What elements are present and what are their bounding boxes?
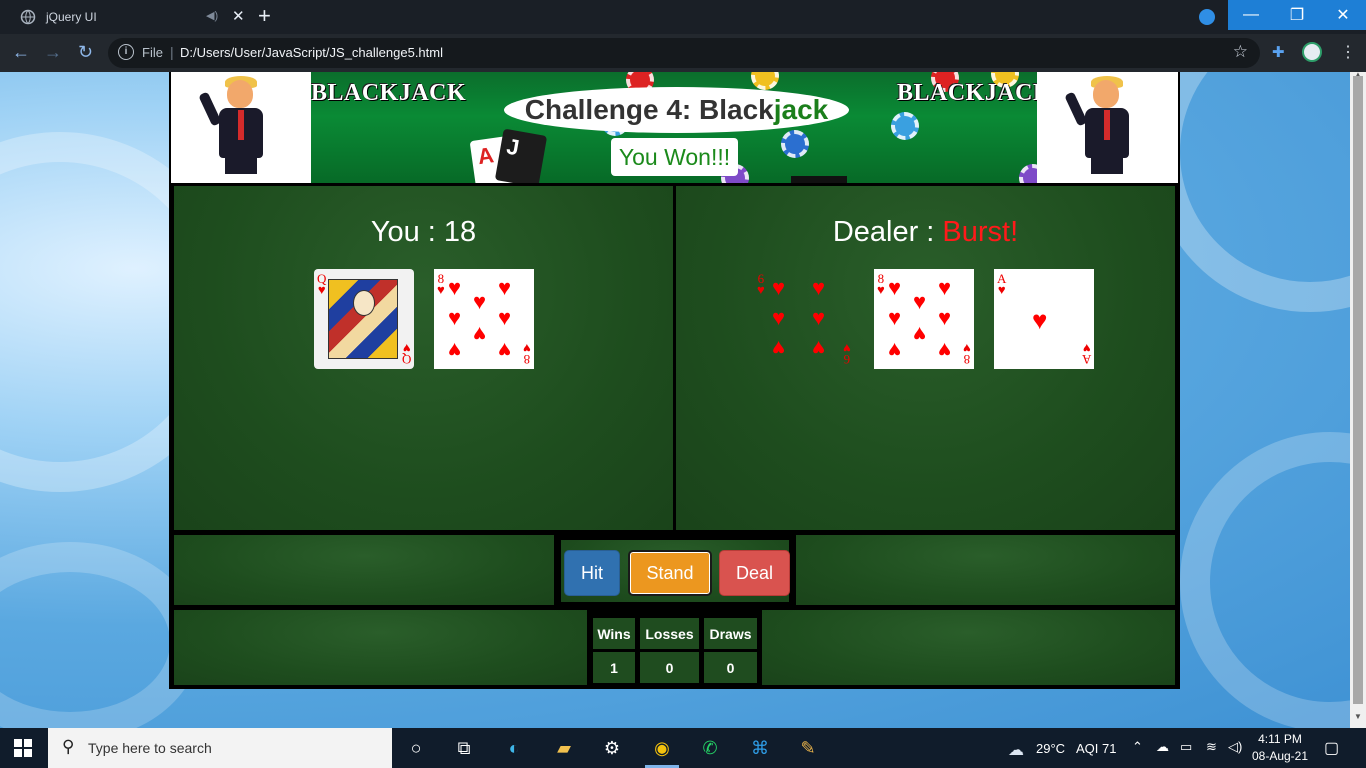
- window-maximize-button[interactable]: ❐: [1274, 0, 1320, 30]
- dealer-card-six-hearts: 6 ♥ 6 ♥ ♥ ♥ ♥ ♥ ♥ ♥: [757, 271, 851, 367]
- globe-icon: [20, 9, 36, 25]
- page-scrollbar[interactable]: ▲ ▼: [1350, 70, 1366, 728]
- edge-icon[interactable]: ◐: [502, 736, 526, 760]
- hit-button[interactable]: Hit: [564, 550, 620, 596]
- air-quality-index[interactable]: AQI 71: [1076, 741, 1116, 756]
- chip-icon: [891, 112, 919, 140]
- dealer-score: Burst!: [942, 216, 1019, 248]
- dancing-figure-left: [171, 72, 311, 183]
- stats-value-draws: 0: [704, 652, 757, 683]
- browser-toolbar: ← → ↻ i File | D:/Users/User/JavaScript/…: [0, 34, 1366, 72]
- onedrive-icon[interactable]: ☁: [1156, 739, 1169, 755]
- cortana-icon[interactable]: ○: [404, 736, 428, 760]
- stats-value-losses: 0: [640, 652, 699, 683]
- banner-divider: [791, 176, 847, 183]
- vscode-icon[interactable]: ⌘: [748, 736, 772, 760]
- battery-icon[interactable]: ▭: [1180, 739, 1192, 755]
- weather-cloud-icon[interactable]: ☁: [1008, 740, 1024, 760]
- player-score: 18: [443, 216, 477, 248]
- arrow-right-icon[interactable]: →: [44, 42, 62, 63]
- file-explorer-icon[interactable]: ▰: [552, 736, 576, 760]
- window-close-button[interactable]: ✕: [1320, 0, 1366, 30]
- address-url[interactable]: D:/Users/User/JavaScript/JS_challenge5.h…: [180, 45, 443, 60]
- paint-icon[interactable]: ✎: [796, 736, 820, 760]
- scrollbar-thumb[interactable]: [1353, 76, 1363, 704]
- dancing-figure-right: [1037, 72, 1177, 183]
- address-separator: |: [170, 44, 174, 60]
- dealer-card-eight-hearts: 8 ♥ 8 ♥ ♥ ♥ ♥ ♥ ♥ ♥ ♥ ♥: [874, 269, 974, 369]
- stats-header-draws: Draws: [704, 618, 757, 649]
- tab-close-icon[interactable]: ✕: [232, 7, 245, 25]
- dealer-card-ace-hearts: A ♥ A ♥ ♥: [994, 269, 1094, 369]
- blackjack-game: A J A J BLACKJACK BLACKJACK: [169, 72, 1180, 689]
- browser-tab[interactable]: jQuery UI ◀) ✕: [8, 0, 248, 34]
- notifications-icon[interactable]: ▢: [1324, 738, 1339, 758]
- button-panel: Hit Stand Deal: [558, 537, 792, 605]
- player-box: You : 18 Q ♥ Q ♥ 8 ♥ 8 ♥ ♥ ♥ ♥ ♥ ♥ ♥ ♥ ♥: [174, 186, 673, 530]
- stats-table: Wins Losses Draws 1 0 0: [590, 612, 760, 685]
- stats-row-right-panel: [762, 610, 1175, 685]
- task-view-icon[interactable]: ⧉: [452, 736, 476, 760]
- scroll-down-icon[interactable]: ▼: [1354, 712, 1362, 721]
- tab-title: jQuery UI: [46, 10, 97, 24]
- arrow-left-icon[interactable]: ←: [12, 42, 30, 63]
- puzzle-icon[interactable]: ✚: [1272, 43, 1285, 61]
- button-row-left-panel: [174, 535, 554, 605]
- address-bar[interactable]: i File | D:/Users/User/JavaScript/JS_cha…: [108, 38, 1260, 68]
- button-row-right-panel: [796, 535, 1175, 605]
- window-minimize-button[interactable]: —: [1228, 0, 1274, 30]
- taskbar-search-placeholder: Type here to search: [88, 740, 212, 756]
- result-message: You Won!!!: [611, 138, 738, 176]
- page-title: Challenge 4: Black jack: [504, 87, 849, 133]
- background-swirl: [1180, 432, 1350, 728]
- info-icon[interactable]: i: [118, 44, 134, 60]
- avatar[interactable]: [1302, 42, 1322, 62]
- taskbar-search-box[interactable]: ⚲ Type here to search: [48, 728, 392, 768]
- browser-tab-bar: jQuery UI ◀) ✕ + — ❐ ✕: [0, 0, 1366, 34]
- deal-button[interactable]: Deal: [719, 550, 790, 596]
- banner-card-jack: J: [494, 128, 548, 183]
- title-accent: jack: [773, 94, 829, 125]
- stats-row-left-panel: [174, 610, 587, 685]
- windows-taskbar: ⚲ Type here to search ○ ⧉ ◐ ▰ ⚙ ◉ ✆ ⌘ ✎ …: [0, 728, 1366, 768]
- chip-icon: [781, 130, 809, 158]
- profile-indicator-icon[interactable]: [1199, 9, 1215, 25]
- chrome-icon[interactable]: ◉: [650, 736, 674, 760]
- player-score-heading: You : 18: [174, 216, 673, 249]
- settings-gear-icon[interactable]: ⚙: [600, 736, 624, 760]
- search-icon: ⚲: [62, 737, 75, 756]
- chevron-up-icon[interactable]: ⌃: [1132, 739, 1143, 755]
- player-label: You :: [370, 216, 444, 248]
- reload-icon[interactable]: ↻: [78, 42, 93, 63]
- whatsapp-icon[interactable]: ✆: [698, 736, 722, 760]
- address-scheme: File: [142, 45, 163, 60]
- player-card-eight-hearts: 8 ♥ 8 ♥ ♥ ♥ ♥ ♥ ♥ ♥ ♥ ♥: [434, 269, 534, 369]
- kebab-menu-icon[interactable]: ⋮: [1340, 42, 1356, 62]
- taskbar-clock[interactable]: 4:11 PM 08-Aug-21: [1250, 731, 1310, 765]
- dealer-label: Dealer :: [832, 216, 943, 248]
- star-icon[interactable]: ☆: [1233, 42, 1248, 62]
- wifi-icon[interactable]: ≋: [1206, 739, 1217, 755]
- stats-header-losses: Losses: [640, 618, 699, 649]
- windows-start-icon[interactable]: [14, 739, 32, 757]
- stand-button[interactable]: Stand: [628, 550, 712, 596]
- clock-time: 4:11 PM: [1258, 732, 1302, 746]
- player-card-queen-hearts: Q ♥ Q ♥: [314, 269, 414, 369]
- clock-date: 08-Aug-21: [1251, 749, 1309, 763]
- chip-icon: [751, 72, 779, 90]
- page-viewport: A J A J BLACKJACK BLACKJACK: [0, 72, 1350, 728]
- title-main: Challenge 4: Black: [524, 94, 774, 125]
- weather-temperature[interactable]: 29°C: [1036, 741, 1065, 756]
- volume-icon[interactable]: ◁): [1228, 739, 1242, 755]
- dealer-box: Dealer : Burst! 6 ♥ 6 ♥ ♥ ♥ ♥ ♥ ♥ ♥ 8 ♥ 8 ♥ …: [676, 186, 1175, 530]
- background-swirl: [1150, 72, 1350, 312]
- new-tab-button[interactable]: +: [258, 4, 271, 28]
- stats-value-wins: 1: [593, 652, 635, 683]
- blackjack-logo-left: BLACKJACK: [311, 80, 467, 106]
- blackjack-logo-right: BLACKJACK: [897, 80, 1053, 106]
- audio-icon[interactable]: ◀): [206, 9, 218, 22]
- banner: A J A J BLACKJACK BLACKJACK: [171, 72, 1178, 183]
- stats-header-wins: Wins: [593, 618, 635, 649]
- dealer-score-heading: Dealer : Burst!: [676, 216, 1175, 249]
